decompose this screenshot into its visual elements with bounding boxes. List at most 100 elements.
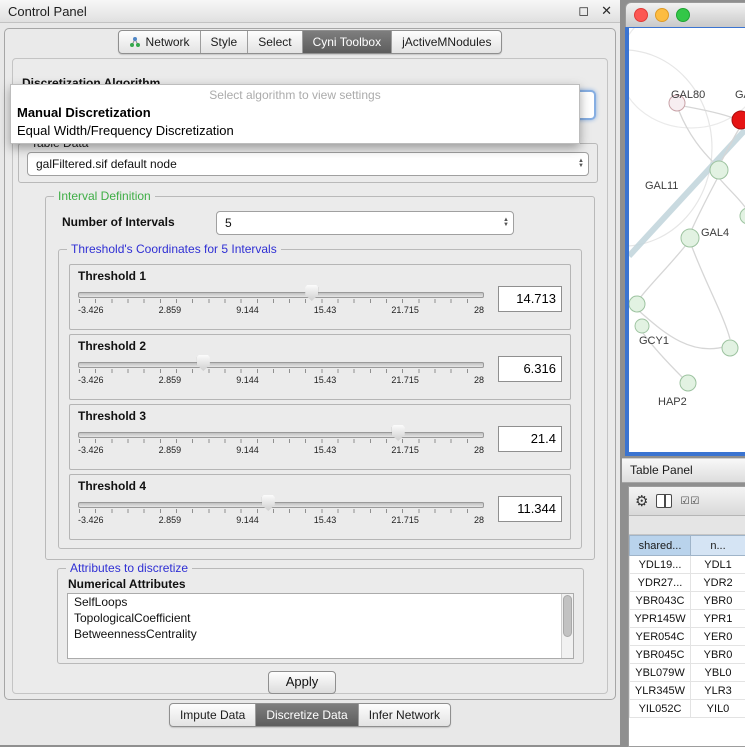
node-label-gcy1: GCY1 [639,335,669,347]
table-row[interactable]: YPR145WYPR1 [630,610,745,628]
table-panel-toolbar: ⚙ ☑☑ [629,487,745,516]
node-label-gal-cut: GAL... [735,89,745,101]
slider-ticks [79,369,483,373]
node[interactable] [740,208,745,224]
node-gcy1[interactable] [635,319,649,333]
network-canvas[interactable]: GAL80 GAL... GAL11 GAL4 GCY1 HAP2 [629,28,745,447]
edge [629,28,745,128]
interval-definition-title: Interval Definition [54,189,155,203]
control-panel-tabbar: Network Style Select Cyni Toolbox jActiv… [118,30,503,54]
minimize-traffic-light-icon[interactable] [655,8,669,22]
slider-track[interactable] [78,292,484,298]
table-row[interactable]: YBR043CYBR0 [630,592,745,610]
columns-icon[interactable] [656,494,672,508]
algorithm-dropdown: Select algorithm to view settings Manual… [10,84,580,144]
attributes-group: Attributes to discretize Numerical Attri… [57,568,584,664]
tab-impute-data[interactable]: Impute Data [170,704,256,726]
slider-track[interactable] [78,432,484,438]
list-item[interactable]: TopologicalCoefficient [68,610,573,626]
threshold-2-label: Threshold 2 [78,339,562,353]
zoom-traffic-light-icon[interactable] [676,8,690,22]
slider-ticks [79,299,483,303]
gear-icon[interactable]: ⚙ [635,494,648,509]
threshold-3-slider[interactable]: -3.4262.8599.14415.4321.71528 [78,425,484,463]
edge [629,50,712,246]
threshold-4-block: Threshold 4 -3.4262.8599.14415.4321.7152… [69,474,571,540]
threshold-2-slider[interactable]: -3.4262.8599.14415.4321.71528 [78,355,484,393]
node-label-gal4: GAL4 [701,227,729,239]
slider-track[interactable] [78,362,484,368]
threshold-1-block: Threshold 1 -3.4262.8599.14415.4321.7152… [69,264,571,330]
threshold-4-slider[interactable]: -3.4262.8599.14415.4321.71528 [78,495,484,533]
attributes-group-title: Attributes to discretize [66,561,192,575]
threshold-3-block: Threshold 3 -3.4262.8599.14415.4321.7152… [69,404,571,470]
column-header-shared-name[interactable]: shared... [630,536,691,556]
tab-infer-network[interactable]: Infer Network [359,704,450,726]
slider-track[interactable] [78,502,484,508]
tab-jactivemodules[interactable]: jActiveMNodules [392,31,501,53]
table-panel-spacer [629,516,745,535]
node-label-hap2: HAP2 [658,396,687,408]
thresholds-group-title: Threshold's Coordinates for 5 Intervals [67,242,281,256]
threshold-1-slider[interactable]: -3.4262.8599.14415.4321.71528 [78,285,484,323]
node-selected-red[interactable] [732,111,745,129]
threshold-4-value[interactable]: 11.344 [498,496,562,522]
list-scrollbar[interactable] [561,594,573,658]
slider-scale: -3.4262.8599.14415.4321.71528 [78,375,484,385]
threshold-2-value[interactable]: 6.316 [498,356,562,382]
table-panel-titlebar: Table Panel [622,458,745,483]
numerical-attributes-list[interactable]: SelfLoops TopologicalCoefficient Between… [67,593,574,659]
dropdown-prompt: Select algorithm to view settings [11,85,579,104]
node-hap2[interactable] [680,375,696,391]
slider-scale: -3.4262.8599.14415.4321.71528 [78,515,484,525]
control-panel-titlebar: Control Panel ◻ ✕ [0,0,620,23]
list-item[interactable]: BetweennessCentrality [68,626,573,642]
slider-ticks [79,509,483,513]
node-label-gal11: GAL11 [645,180,678,192]
table-row[interactable]: YER054CYER0 [630,628,745,646]
table-row[interactable]: YLR345WYLR3 [630,682,745,700]
threshold-3-value[interactable]: 21.4 [498,426,562,452]
tab-cyni-toolbox[interactable]: Cyni Toolbox [303,31,392,53]
threshold-1-value[interactable]: 14.713 [498,286,562,312]
table-data-combo-value: galFiltered.sif default node [36,157,177,171]
dropdown-option-manual[interactable]: Manual Discretization [11,104,579,122]
list-item[interactable]: SelfLoops [68,594,573,610]
tab-network[interactable]: Network [119,31,201,53]
close-traffic-light-icon[interactable] [634,8,648,22]
table-panel-title: Table Panel [630,463,693,477]
tab-network-label: Network [146,35,190,49]
close-window-icon[interactable]: ✕ [601,3,612,19]
control-panel-window: Control Panel ◻ ✕ Network Style S [0,0,620,745]
select-columns-icon[interactable]: ☑☑ [680,496,700,507]
tab-style[interactable]: Style [201,31,249,53]
table-row[interactable]: YDL19...YDL1 [630,556,745,574]
combo-arrows-icon: ▲▼ [503,218,509,228]
column-header-name[interactable]: n... [691,536,745,556]
tab-select[interactable]: Select [248,31,302,53]
table-row[interactable]: YBL079WYBL0 [630,664,745,682]
network-window-titlebar [625,2,745,28]
node-gal4[interactable] [681,229,699,247]
threshold-1-label: Threshold 1 [78,269,562,283]
table-row[interactable]: YDR27...YDR2 [630,574,745,592]
num-intervals-combo[interactable]: 5 ▲▼ [216,211,514,235]
table-row[interactable]: YIL052CYIL0 [630,700,745,718]
num-intervals-value: 5 [225,216,232,230]
tab-discretize-data[interactable]: Discretize Data [256,704,358,726]
table-data-combo[interactable]: galFiltered.sif default node ▲▼ [27,152,589,176]
float-window-icon[interactable]: ◻ [578,3,589,19]
slider-scale: -3.4262.8599.14415.4321.71528 [78,445,484,455]
num-intervals-label: Number of Intervals [62,215,175,229]
threshold-3-label: Threshold 3 [78,409,562,423]
dropdown-option-equalwidth[interactable]: Equal Width/Frequency Discretization [11,122,579,140]
node[interactable] [710,161,728,179]
node[interactable] [629,296,645,312]
thresholds-group: Threshold's Coordinates for 5 Intervals … [58,249,582,549]
apply-button[interactable]: Apply [268,671,336,694]
node[interactable] [722,340,738,356]
slider-ticks [79,439,483,443]
slider-scale: -3.4262.8599.14415.4321.71528 [78,305,484,315]
table-row[interactable]: YBR045CYBR0 [630,646,745,664]
scrollbar-thumb[interactable] [563,595,572,637]
